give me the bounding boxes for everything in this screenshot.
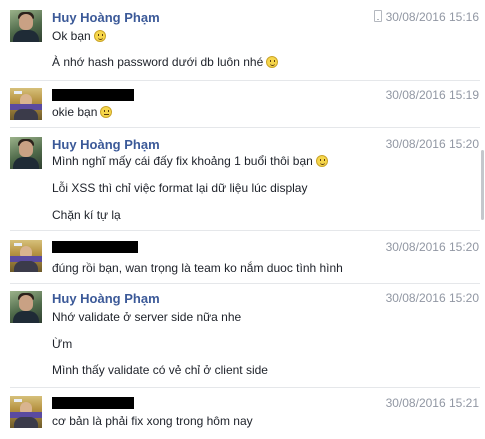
message-line: okie bạn bbox=[52, 105, 113, 119]
sender-name[interactable]: Huy Hoàng Phạm bbox=[52, 291, 160, 306]
message-line: À nhớ hash password dưới db luôn nhé bbox=[52, 55, 279, 69]
smile-emoji-icon bbox=[93, 30, 106, 42]
sender-name[interactable]: Huy Hoàng Phạm bbox=[52, 10, 160, 25]
meh-emoji-icon bbox=[100, 106, 113, 118]
message-divider bbox=[10, 387, 480, 388]
message-timestamp: 30/08/2016 15:19 bbox=[385, 88, 479, 102]
sender-name[interactable]: Huy Hoàng Phạm bbox=[52, 137, 160, 152]
message-timestamp: 30/08/2016 15:21 bbox=[385, 396, 479, 410]
message-line: Nhớ validate ở server side nữa nhe bbox=[52, 310, 242, 324]
message-divider bbox=[10, 283, 480, 284]
message-line: Ừm bbox=[52, 337, 73, 351]
avatar[interactable] bbox=[10, 240, 42, 272]
avatar[interactable] bbox=[10, 291, 42, 323]
message-timestamp: 30/08/2016 15:20 bbox=[385, 291, 479, 305]
message-timestamp: 30/08/2016 15:20 bbox=[385, 240, 479, 254]
smile-emoji-icon bbox=[315, 155, 328, 167]
scrollbar-thumb[interactable] bbox=[481, 150, 484, 220]
avatar[interactable] bbox=[10, 10, 42, 42]
message-thread: Huy Hoàng Phạm 30/08/2016 15:16 Ok bạn À… bbox=[0, 0, 485, 439]
avatar[interactable] bbox=[10, 396, 42, 428]
message-line: Mình thấy validate có vẻ chỉ ở client si… bbox=[52, 363, 268, 377]
message-divider bbox=[10, 80, 480, 81]
message-line: Mình nghĩ mấy cái đấy fix khoảng 1 buổi … bbox=[52, 154, 328, 168]
redacted-sender-name bbox=[52, 397, 134, 409]
redacted-sender-name bbox=[52, 241, 138, 253]
message-divider bbox=[10, 230, 480, 231]
message-line: Lỗi XSS thì chỉ việc format lại dữ liệu … bbox=[52, 181, 308, 195]
message-line: cơ bản là phải fix xong trong hôm nay bbox=[52, 414, 253, 428]
mobile-phone-icon bbox=[373, 10, 382, 22]
message-divider bbox=[10, 127, 480, 128]
avatar[interactable] bbox=[10, 137, 42, 169]
message-line: đúng rồi bạn, wan trọng là team ko nắm d… bbox=[52, 261, 343, 275]
message-timestamp: 30/08/2016 15:16 bbox=[373, 10, 479, 24]
message-timestamp: 30/08/2016 15:20 bbox=[385, 137, 479, 151]
smile-emoji-icon bbox=[266, 56, 279, 68]
redacted-sender-name bbox=[52, 89, 134, 101]
message-line: Chặn kí tự lạ bbox=[52, 208, 121, 222]
message-line: Ok bạn bbox=[52, 29, 106, 43]
avatar[interactable] bbox=[10, 88, 42, 120]
